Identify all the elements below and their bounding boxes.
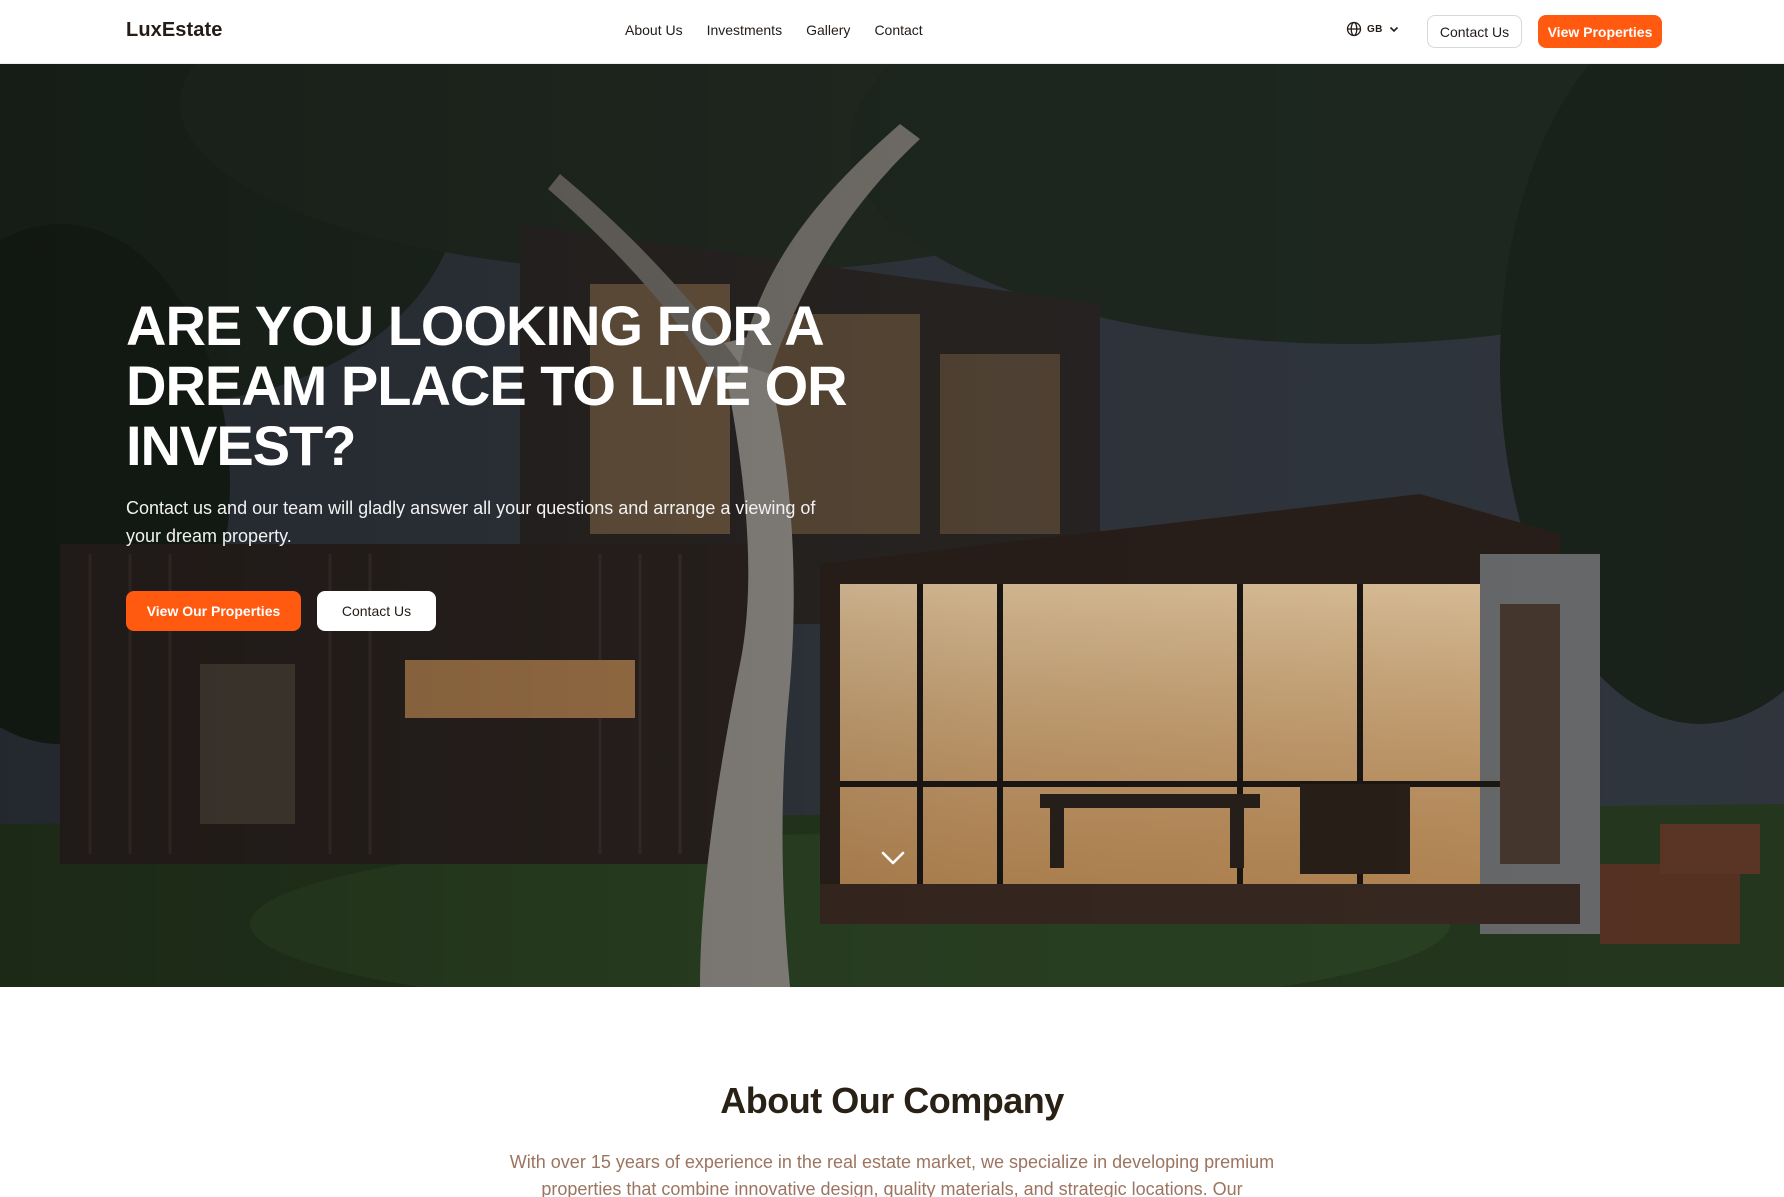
hero-contact-button[interactable]: Contact Us — [317, 591, 436, 631]
nav-link-gallery[interactable]: Gallery — [806, 22, 850, 38]
nav-link-contact[interactable]: Contact — [874, 22, 922, 38]
nav-link-about-us[interactable]: About Us — [625, 22, 683, 38]
nav-contact-button[interactable]: Contact Us — [1427, 15, 1522, 48]
scroll-down-icon[interactable] — [880, 848, 906, 873]
about-section-text: With over 15 years of experience in the … — [509, 1152, 1275, 1197]
chevron-down-icon — [1389, 26, 1398, 33]
language-code: GB — [1367, 23, 1383, 35]
nav-view-properties-button[interactable]: View Properties — [1538, 15, 1662, 48]
nav-link-investments[interactable]: Investments — [707, 22, 782, 38]
hero-title: ARE YOU LOOKING FOR A DREAM PLACE TO LIV… — [126, 294, 848, 477]
main-nav: About Us Investments Gallery Contact — [625, 22, 923, 38]
globe-icon — [1346, 21, 1362, 37]
language-selector[interactable]: GB — [1346, 21, 1400, 37]
top-navbar: LuxEstate About Us Investments Gallery C… — [0, 0, 1784, 64]
brand-logo[interactable]: LuxEstate — [126, 19, 223, 42]
about-section-title: About Our Company — [720, 1080, 1064, 1121]
view-our-properties-button[interactable]: View Our Properties — [126, 591, 301, 631]
hero-subtitle: Contact us and our team will gladly answ… — [126, 498, 816, 546]
